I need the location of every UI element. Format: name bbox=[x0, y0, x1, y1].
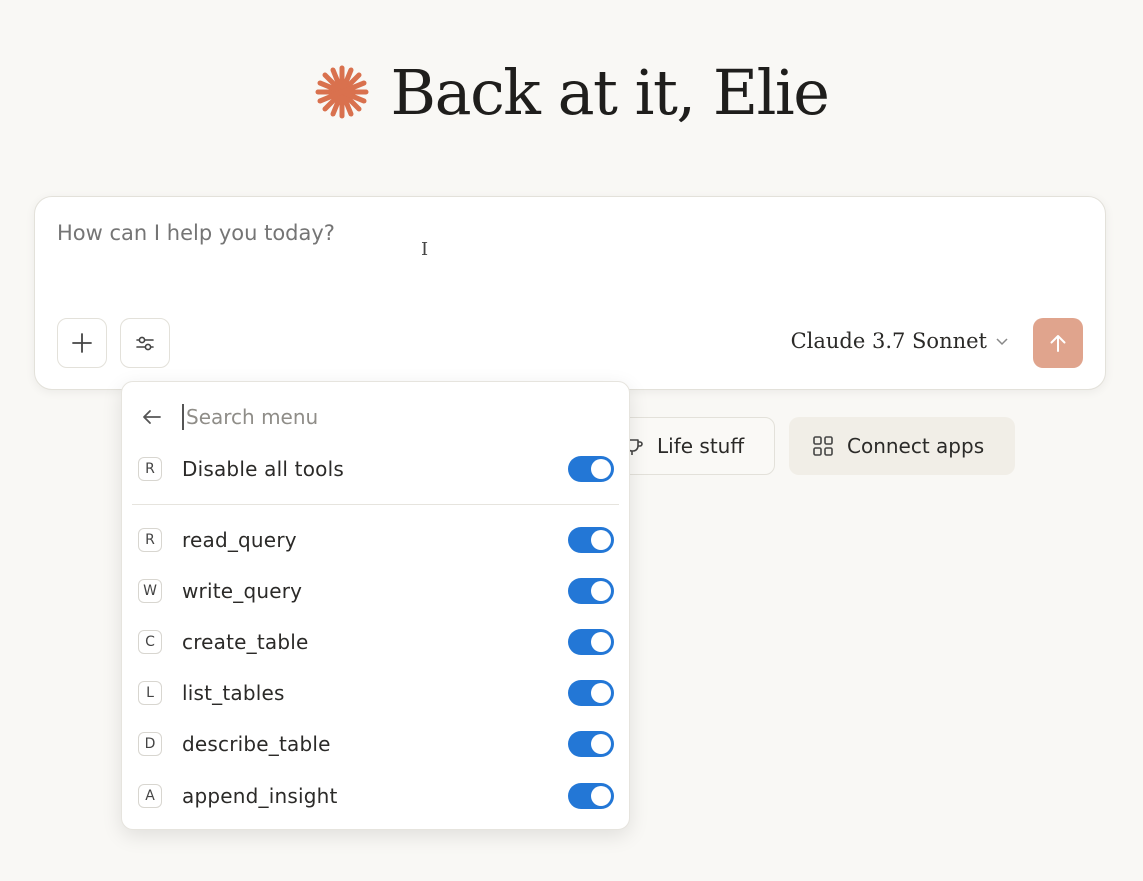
tool-toggle[interactable] bbox=[568, 680, 614, 706]
tool-label: append_insight bbox=[182, 784, 338, 808]
tool-label: create_table bbox=[182, 630, 309, 654]
text-cursor-icon: I bbox=[421, 239, 429, 260]
tool-label: read_query bbox=[182, 528, 297, 552]
add-button[interactable] bbox=[57, 318, 107, 368]
key-badge: D bbox=[138, 732, 162, 756]
chip-label: Life stuff bbox=[657, 434, 745, 458]
tool-row-append-insight[interactable]: A append_insight bbox=[138, 776, 614, 816]
key-badge: R bbox=[138, 528, 162, 552]
menu-search-input[interactable] bbox=[182, 404, 488, 430]
sliders-icon bbox=[136, 336, 154, 351]
tool-toggle[interactable] bbox=[568, 629, 614, 655]
menu-search-bar bbox=[140, 404, 488, 430]
grid-icon bbox=[813, 436, 833, 456]
arrow-left-icon[interactable] bbox=[140, 405, 164, 429]
tool-row-describe-table[interactable]: D describe_table bbox=[138, 724, 614, 764]
greeting: Back at it, Elie bbox=[0, 52, 1143, 132]
model-selector[interactable]: Claude 3.7 Sonnet bbox=[791, 329, 1009, 353]
tool-row-read-query[interactable]: R read_query bbox=[138, 520, 614, 560]
menu-divider bbox=[132, 504, 619, 505]
row-label: Disable all tools bbox=[182, 457, 344, 481]
prompt-input[interactable] bbox=[57, 221, 657, 245]
arrow-up-icon bbox=[1050, 335, 1066, 352]
key-badge: A bbox=[138, 784, 162, 808]
key-badge: W bbox=[138, 579, 162, 603]
tool-row-create-table[interactable]: C create_table bbox=[138, 622, 614, 662]
key-badge: L bbox=[138, 681, 162, 705]
tool-toggle[interactable] bbox=[568, 578, 614, 604]
key-badge: C bbox=[138, 630, 162, 654]
chevron-down-icon bbox=[996, 338, 1008, 346]
tool-row-list-tables[interactable]: L list_tables bbox=[138, 673, 614, 713]
chip-connect-apps[interactable]: Connect apps bbox=[789, 417, 1015, 475]
tool-toggle[interactable] bbox=[568, 731, 614, 757]
tool-toggle[interactable] bbox=[568, 527, 614, 553]
tool-toggle[interactable] bbox=[568, 783, 614, 809]
plus-icon bbox=[72, 333, 92, 353]
tool-row-write-query[interactable]: W write_query bbox=[138, 571, 614, 611]
disable-all-tools-row[interactable]: R Disable all tools bbox=[138, 449, 614, 489]
disable-all-toggle[interactable] bbox=[568, 456, 614, 482]
key-badge: R bbox=[138, 457, 162, 481]
tools-menu: R Disable all tools R read_query W write… bbox=[121, 381, 630, 830]
asterisk-burst-icon bbox=[315, 65, 369, 119]
tool-label: write_query bbox=[182, 579, 303, 603]
tool-label: describe_table bbox=[182, 732, 331, 756]
tool-label: list_tables bbox=[182, 681, 285, 705]
tools-button[interactable] bbox=[120, 318, 170, 368]
model-label: Claude 3.7 Sonnet bbox=[790, 329, 987, 353]
chat-input-card: I Claude 3.7 Sonnet bbox=[34, 196, 1106, 390]
chip-label: Connect apps bbox=[847, 434, 985, 458]
greeting-title: Back at it, Elie bbox=[390, 55, 830, 129]
send-button[interactable] bbox=[1033, 318, 1083, 368]
